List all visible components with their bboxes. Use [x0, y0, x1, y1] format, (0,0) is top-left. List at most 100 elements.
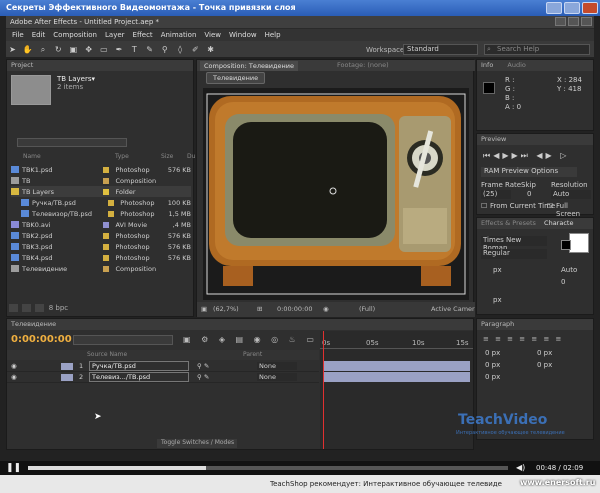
close-button[interactable]: [582, 2, 598, 14]
stroke-width-value[interactable]: px: [493, 296, 502, 304]
layer-bar-2[interactable]: [324, 372, 470, 382]
menu-composition[interactable]: Composition: [53, 31, 97, 41]
zoom-select[interactable]: (62,7%): [213, 305, 239, 313]
layer-color-label[interactable]: [61, 373, 73, 381]
resolution-select[interactable]: (Full): [359, 305, 375, 313]
align-buttons[interactable]: ≡ ≡ ≡ ≡ ≡ ≡ ≡: [483, 335, 563, 343]
composition-viewer[interactable]: [203, 88, 469, 300]
layer-bar-1[interactable]: [324, 361, 470, 371]
pan-behind-tool-icon[interactable]: ✥: [83, 44, 94, 55]
volume-icon[interactable]: ◀): [516, 463, 525, 472]
camera-select[interactable]: Active Camer: [431, 305, 475, 313]
label-color-tag[interactable]: [108, 199, 115, 206]
resolution-value[interactable]: Auto: [551, 190, 591, 199]
brush-tool-icon[interactable]: ✎: [144, 44, 155, 55]
from-current-checkbox[interactable]: ☐: [481, 202, 487, 210]
status-site[interactable]: www.enersoft.ru: [520, 478, 595, 487]
bpc-label[interactable]: 8 bpc: [49, 304, 68, 312]
label-color-tag[interactable]: [103, 243, 110, 250]
playback-controls[interactable]: ⏮◀▶▶⏭ ◀▶ ▷: [483, 151, 569, 161]
label-color-tag[interactable]: [108, 210, 115, 217]
menu-help[interactable]: Help: [265, 31, 281, 41]
camera-tool-icon[interactable]: ▣: [68, 44, 79, 55]
space-before[interactable]: 0 px: [537, 361, 552, 369]
ram-preview-options[interactable]: RAM Preview Options: [481, 167, 577, 177]
label-color-tag[interactable]: [103, 177, 110, 184]
timeline-track-area[interactable]: 0s 05s 10s 15s: [320, 331, 473, 449]
toggle-switches-modes[interactable]: Toggle Switches / Modes: [157, 439, 237, 448]
current-time-indicator[interactable]: [323, 331, 324, 449]
project-item[interactable]: Телевидение Composition: [11, 263, 191, 274]
menu-layer[interactable]: Layer: [105, 31, 125, 41]
parent-select[interactable]: None: [257, 373, 297, 381]
layer-name[interactable]: Телевиз.../TB.psd: [89, 372, 189, 382]
tab-effects-presets[interactable]: Effects & Presets: [481, 219, 536, 227]
col-name[interactable]: Name: [23, 153, 41, 160]
menu-view[interactable]: View: [204, 31, 221, 41]
timeline-switch-icons[interactable]: ▣ ⚙ ◈ ▤ ◉ ◎ ♨ ▭: [183, 335, 318, 344]
project-item[interactable]: TBK2.psd Photoshop 576 KB: [11, 230, 191, 241]
puppet-tool-icon[interactable]: ✱: [205, 44, 216, 55]
app-minimize-button[interactable]: [555, 17, 566, 26]
timeline-timecode[interactable]: 0:00:00:00: [11, 334, 72, 345]
tab-info[interactable]: Info: [481, 61, 493, 69]
minimize-button[interactable]: [546, 2, 562, 14]
stroke-color-swatch[interactable]: [561, 240, 571, 250]
composition-timecode[interactable]: 0:00:00:00: [277, 305, 313, 313]
tab-paragraph[interactable]: Paragraph: [477, 319, 593, 330]
new-composition-button[interactable]: [35, 304, 45, 312]
frame-rate-value[interactable]: (25): [481, 190, 511, 199]
new-folder-button[interactable]: [22, 304, 32, 312]
font-style-select[interactable]: Regular: [481, 249, 547, 259]
menu-file[interactable]: File: [12, 31, 24, 41]
app-restore-button[interactable]: [568, 17, 579, 26]
layer-switches[interactable]: ⚲ ✎: [197, 373, 257, 381]
menu-effect[interactable]: Effect: [133, 31, 153, 41]
layer-switches[interactable]: ⚲ ✎: [197, 362, 257, 370]
label-color-tag[interactable]: [103, 254, 110, 261]
maximize-button[interactable]: [564, 2, 580, 14]
rotate-tool-icon[interactable]: ↻: [53, 44, 64, 55]
project-item[interactable]: TB Composition: [11, 175, 191, 186]
label-color-tag[interactable]: [103, 188, 110, 195]
zoom-tool-icon[interactable]: ⌕: [37, 44, 48, 55]
label-color-tag[interactable]: [103, 166, 110, 173]
rectangle-tool-icon[interactable]: ▭: [98, 44, 109, 55]
indent-left[interactable]: 0 px: [485, 349, 500, 357]
visibility-icon[interactable]: ◉: [11, 362, 21, 370]
col-source-name[interactable]: Source Name: [87, 351, 127, 358]
indent-first[interactable]: 0 px: [485, 361, 500, 369]
snapshot-icon[interactable]: ◉: [323, 305, 329, 313]
project-item[interactable]: TBK1.psd Photoshop 576 KB: [11, 164, 191, 175]
col-type[interactable]: Type: [115, 153, 129, 160]
tab-footage[interactable]: Footage: (none): [337, 61, 389, 69]
composition-subtab[interactable]: Телевидение: [206, 72, 266, 84]
tab-audio[interactable]: Audio: [507, 61, 525, 69]
timeline-layer-row[interactable]: ◉ 1 Ручка/TB.psd ⚲ ✎ None: [7, 361, 319, 372]
progress-track[interactable]: [28, 466, 508, 470]
hand-tool-icon[interactable]: ✋: [22, 44, 33, 55]
eraser-tool-icon[interactable]: ◊: [175, 44, 186, 55]
app-close-button[interactable]: [581, 17, 592, 26]
space-after[interactable]: 0 px: [485, 373, 500, 381]
col-parent[interactable]: Parent: [243, 351, 262, 358]
always-preview-icon[interactable]: ▣: [201, 305, 207, 313]
label-color-tag[interactable]: [103, 221, 110, 228]
project-item[interactable]: TB Layers Folder: [11, 186, 191, 197]
project-tab[interactable]: Project: [7, 60, 193, 71]
grid-icon[interactable]: ⊞: [257, 305, 262, 313]
project-item[interactable]: Ручка/TB.psd Photoshop 100 KB: [11, 197, 191, 208]
project-item[interactable]: TBK0.avi AVI Movie ,4 MB: [11, 219, 191, 230]
search-help-input[interactable]: ⌕ Search Help: [484, 44, 590, 55]
pen-tool-icon[interactable]: ✒: [114, 44, 125, 55]
menu-animation[interactable]: Animation: [161, 31, 197, 41]
time-ruler[interactable]: 0s 05s 10s 15s: [320, 339, 473, 349]
full-screen-checkbox[interactable]: ☐: [547, 202, 553, 210]
font-family-select[interactable]: Times New Roman: [481, 236, 547, 252]
project-item[interactable]: TBK4.psd Photoshop 576 KB: [11, 252, 191, 263]
type-tool-icon[interactable]: T: [129, 44, 140, 55]
tracking-value[interactable]: 0: [561, 278, 565, 286]
menu-edit[interactable]: Edit: [32, 31, 46, 41]
layer-name[interactable]: Ручка/TB.psd: [89, 361, 189, 371]
roto-brush-tool-icon[interactable]: ✐: [190, 44, 201, 55]
